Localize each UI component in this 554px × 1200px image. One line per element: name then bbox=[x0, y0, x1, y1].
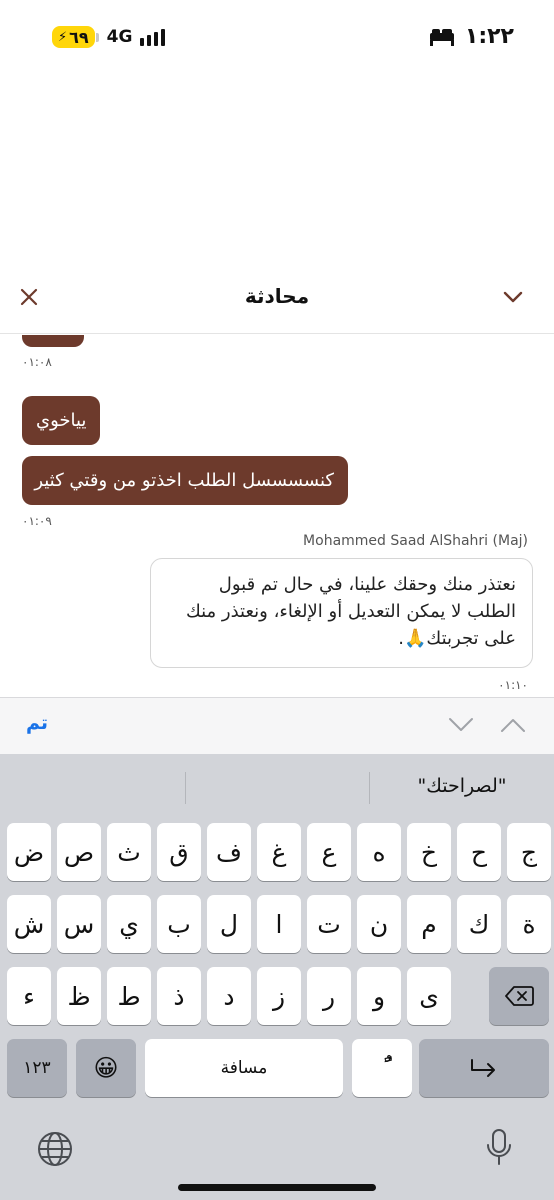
collapse-button[interactable] bbox=[500, 286, 526, 308]
battery-nub bbox=[95, 32, 99, 42]
return-icon bbox=[471, 1059, 495, 1077]
charging-icon: ⚡ bbox=[58, 29, 68, 45]
key[interactable]: ة bbox=[507, 895, 551, 953]
key[interactable]: ه bbox=[357, 823, 401, 881]
key[interactable]: ك bbox=[457, 895, 501, 953]
outgoing-message-bubble: كنسسسسل الطلب اخذتو من وقتي كثير bbox=[22, 456, 348, 505]
return-key[interactable] bbox=[419, 1039, 549, 1097]
network-type: 4G bbox=[106, 27, 133, 47]
key[interactable]: و bbox=[357, 967, 401, 1025]
battery-indicator: ⚡ ٦٩ bbox=[52, 26, 95, 48]
key[interactable]: غ bbox=[257, 823, 301, 881]
key[interactable]: ج bbox=[507, 823, 551, 881]
tanween-key[interactable]: ًٌ bbox=[352, 1039, 412, 1097]
backspace-icon bbox=[505, 986, 534, 1006]
key[interactable]: م bbox=[407, 895, 451, 953]
prediction-divider bbox=[185, 772, 186, 804]
key[interactable]: ث bbox=[107, 823, 151, 881]
message-timestamp: ٠١:٠٨ bbox=[22, 355, 52, 369]
battery-level: ٦٩ bbox=[69, 27, 89, 47]
chevron-up-icon[interactable] bbox=[500, 716, 526, 734]
key[interactable]: ى bbox=[407, 967, 451, 1025]
key[interactable]: ط bbox=[107, 967, 151, 1025]
key[interactable]: ز bbox=[257, 967, 301, 1025]
message-timestamp: ٠١:٠٩ bbox=[22, 514, 52, 528]
space-key[interactable]: مسافة bbox=[145, 1039, 343, 1097]
emoji-key[interactable]: 😀 bbox=[76, 1039, 136, 1097]
key[interactable]: ب bbox=[157, 895, 201, 953]
key[interactable]: ت bbox=[307, 895, 351, 953]
backspace-key[interactable] bbox=[489, 967, 549, 1025]
status-left: ⚡ ٦٩ 4G bbox=[52, 26, 166, 48]
key[interactable]: ا bbox=[257, 895, 301, 953]
key[interactable]: ر bbox=[307, 967, 351, 1025]
prediction-item[interactable] bbox=[186, 754, 369, 818]
key[interactable]: ص bbox=[57, 823, 101, 881]
clock: ١:٢٢ bbox=[464, 24, 514, 49]
page-title: محادثة bbox=[244, 284, 310, 308]
key[interactable]: ذ bbox=[157, 967, 201, 1025]
incoming-message-bubble: نعتذر منك وحقك علينا، في حال تم قبول الط… bbox=[150, 558, 533, 668]
key[interactable]: ع bbox=[307, 823, 351, 881]
status-bar: ⚡ ٦٩ 4G ١:٢٢ bbox=[0, 0, 554, 76]
sender-name: Mohammed Saad AlShahri (Maj) bbox=[303, 533, 528, 549]
key[interactable]: س bbox=[57, 895, 101, 953]
home-indicator bbox=[178, 1184, 376, 1191]
prediction-divider bbox=[369, 772, 370, 804]
chevron-down-icon[interactable] bbox=[448, 716, 474, 734]
key[interactable]: خ bbox=[407, 823, 451, 881]
message-list[interactable]: ٠١:٠٨ يياخوي كنسسسسل الطلب اخذتو من وقتي… bbox=[0, 335, 554, 697]
chat-header: محادثة bbox=[0, 262, 554, 334]
key[interactable]: ي bbox=[107, 895, 151, 953]
globe-icon[interactable] bbox=[36, 1130, 74, 1168]
key[interactable]: ظ bbox=[57, 967, 101, 1025]
key[interactable]: ق bbox=[157, 823, 201, 881]
key[interactable]: ء bbox=[7, 967, 51, 1025]
prediction-item[interactable] bbox=[0, 754, 185, 818]
status-right: ١:٢٢ bbox=[429, 24, 514, 49]
numbers-key[interactable]: ١٢٣ bbox=[7, 1039, 67, 1097]
chevron-down-icon bbox=[503, 291, 523, 303]
key[interactable]: ل bbox=[207, 895, 251, 953]
message-timestamp: ٠١:١٠ bbox=[498, 678, 528, 692]
keyboard: "لصراحتك" ض ص ث ق ف غ ع ه خ ح ج ش س ي ب … bbox=[0, 754, 554, 1200]
key[interactable]: ف bbox=[207, 823, 251, 881]
key[interactable]: ح bbox=[457, 823, 501, 881]
key[interactable]: ش bbox=[7, 895, 51, 953]
keyboard-accessory-bar: تم bbox=[0, 697, 554, 754]
message-bubble-partial bbox=[22, 335, 84, 347]
done-button[interactable]: تم bbox=[26, 712, 48, 734]
prediction-item[interactable]: "لصراحتك" bbox=[370, 754, 554, 818]
key[interactable]: ض bbox=[7, 823, 51, 881]
cellular-signal-icon bbox=[140, 28, 166, 46]
sleep-focus-icon bbox=[429, 28, 454, 46]
predictive-text-bar: "لصراحتك" bbox=[0, 754, 554, 818]
key[interactable]: د bbox=[207, 967, 251, 1025]
outgoing-message-bubble: يياخوي bbox=[22, 396, 101, 445]
microphone-icon[interactable] bbox=[484, 1128, 514, 1168]
key[interactable]: ن bbox=[357, 895, 401, 953]
